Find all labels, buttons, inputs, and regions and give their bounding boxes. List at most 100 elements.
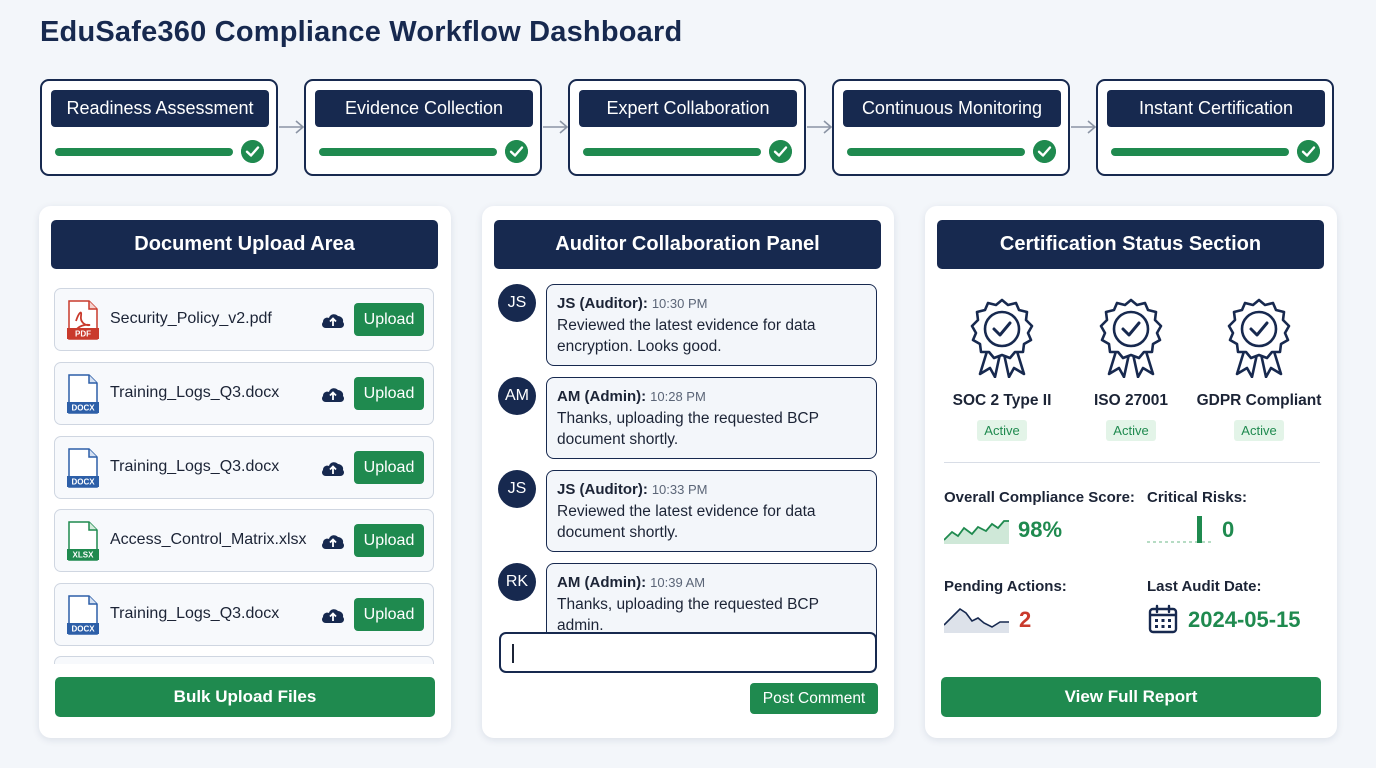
critical-risks-label: Critical Risks: (1147, 489, 1248, 506)
compliance-score-label: Overall Compliance Score: (944, 489, 1135, 506)
xlsx-file-icon: XLSX (67, 521, 99, 561)
status-badge: Active (1234, 420, 1284, 441)
comment-text: Thanks, uploading the requested BCP docu… (557, 410, 819, 448)
pending-trend-sparkline (944, 607, 1009, 633)
arrow-right-icon (543, 120, 569, 134)
step-evidence-collection[interactable]: Evidence Collection (304, 79, 542, 176)
step-expert-collaboration[interactable]: Expert Collaboration (568, 79, 806, 176)
docx-file-icon: DOCX (67, 595, 99, 635)
comment-input[interactable] (499, 632, 877, 673)
svg-text:DOCX: DOCX (71, 625, 95, 634)
upload-button[interactable]: Upload (354, 598, 424, 631)
text-cursor (512, 644, 514, 663)
document-upload-panel: Document Upload Area PDF Security_Policy… (39, 206, 451, 738)
cert-name: SOC 2 Type II (952, 392, 1052, 409)
pending-actions-value: 2 (1019, 607, 1032, 632)
cert-name: GDPR Compliant (1196, 392, 1322, 409)
comment-text: Reviewed the latest evidence for data do… (557, 503, 816, 541)
svg-text:XLSX: XLSX (73, 551, 95, 560)
step-progress-bar (583, 148, 761, 156)
cert-iso27001: ISO 27001 Active (1067, 298, 1195, 441)
arrow-right-icon (1071, 120, 1097, 134)
comment-author: AM (Admin): (557, 388, 647, 405)
document-row: DOCX Training_Logs_Q3.docx Upload (54, 436, 434, 499)
document-row: DOCX Training_Logs_Q3.docx Upload (54, 583, 434, 646)
comment-time: 10:28 PM (650, 389, 706, 404)
comment-author: AM (Admin): (557, 574, 647, 591)
comment-text: Thanks, uploading the requested BCP admi… (557, 596, 819, 634)
comment-author: JS (Auditor): (557, 295, 648, 312)
upload-button[interactable]: Upload (354, 524, 424, 557)
bulk-upload-button[interactable]: Bulk Upload Files (55, 677, 435, 717)
comment-time: 10:39 AM (650, 575, 706, 590)
panel-title: Certification Status Section (937, 220, 1324, 269)
cloud-upload-icon[interactable] (320, 530, 346, 552)
avatar: RK (498, 563, 536, 601)
arrow-right-icon (279, 120, 305, 134)
check-icon (769, 140, 792, 163)
cloud-upload-icon[interactable] (320, 309, 346, 331)
check-icon (1033, 140, 1056, 163)
docx-file-icon: DOCX (67, 448, 99, 488)
document-row: PDF Security_Policy_v2.pdf Upload (54, 288, 434, 351)
certification-status-panel: Certification Status Section SOC 2 Type … (925, 206, 1337, 738)
check-icon (1297, 140, 1320, 163)
step-continuous-monitoring[interactable]: Continuous Monitoring (832, 79, 1070, 176)
auditor-collaboration-panel: Auditor Collaboration Panel JS JS (Audit… (482, 206, 894, 738)
upload-button[interactable]: Upload (354, 377, 424, 410)
cloud-upload-icon[interactable] (320, 604, 346, 626)
svg-text:DOCX: DOCX (71, 478, 95, 487)
panel-title: Document Upload Area (51, 220, 438, 269)
award-badge-icon (1227, 298, 1291, 378)
risk-trend-sparkline (1147, 516, 1211, 543)
pdf-file-icon: PDF (67, 300, 99, 340)
arrow-right-icon (807, 120, 833, 134)
svg-text:PDF: PDF (75, 330, 91, 339)
compliance-score-value: 98% (1018, 517, 1063, 542)
step-progress-bar (319, 148, 497, 156)
step-progress-bar (1111, 148, 1289, 156)
step-label: Evidence Collection (315, 90, 533, 127)
step-label: Continuous Monitoring (843, 90, 1061, 127)
divider (944, 462, 1320, 463)
comment-bubble: AM (Admin): 10:28 PM Thanks, uploading th… (546, 377, 877, 459)
last-audit-label: Last Audit Date: (1147, 578, 1262, 595)
post-comment-button[interactable]: Post Comment (750, 683, 878, 714)
file-name: Security_Policy_v2.pdf (110, 310, 272, 327)
page-title: EduSafe360 Compliance Workflow Dashboard (40, 16, 683, 48)
status-badge: Active (1106, 420, 1156, 441)
step-readiness-assessment[interactable]: Readiness Assessment (40, 79, 278, 176)
comment-text: Reviewed the latest evidence for data en… (557, 317, 816, 355)
view-full-report-button[interactable]: View Full Report (941, 677, 1321, 717)
pending-actions-label: Pending Actions: (944, 578, 1067, 595)
cloud-upload-icon[interactable] (320, 457, 346, 479)
document-row-partial (54, 656, 434, 664)
file-name: Training_Logs_Q3.docx (110, 458, 280, 475)
cert-soc2: SOC 2 Type II Active (938, 298, 1066, 441)
avatar: JS (498, 470, 536, 508)
cert-name: ISO 27001 (1093, 392, 1169, 409)
document-list[interactable]: PDF Security_Policy_v2.pdf Upload DOCX T… (54, 286, 435, 664)
step-instant-certification[interactable]: Instant Certification (1096, 79, 1334, 176)
compliance-trend-sparkline (944, 520, 1009, 544)
comment-bubble: JS (Auditor): 10:33 PM Reviewed the lates… (546, 470, 877, 552)
avatar: AM (498, 377, 536, 415)
check-icon (505, 140, 528, 163)
step-label: Instant Certification (1107, 90, 1325, 127)
cloud-upload-icon[interactable] (320, 383, 346, 405)
docx-file-icon: DOCX (67, 374, 99, 414)
cert-gdpr: GDPR Compliant Active (1195, 298, 1323, 441)
award-badge-icon (970, 298, 1034, 378)
upload-button[interactable]: Upload (354, 451, 424, 484)
upload-button[interactable]: Upload (354, 303, 424, 336)
step-label: Readiness Assessment (51, 90, 269, 127)
document-row: DOCX Training_Logs_Q3.docx Upload (54, 362, 434, 425)
document-row: XLSX Access_Control_Matrix.xlsx Upload (54, 509, 434, 572)
panel-title: Auditor Collaboration Panel (494, 220, 881, 269)
svg-text:DOCX: DOCX (71, 404, 95, 413)
comment-author: JS (Auditor): (557, 481, 648, 498)
file-name: Training_Logs_Q3.docx (110, 384, 280, 401)
file-name: Training_Logs_Q3.docx (110, 605, 280, 622)
calendar-icon (1148, 604, 1178, 634)
comment-bubble: JS (Auditor): 10:30 PM Reviewed the lates… (546, 284, 877, 366)
